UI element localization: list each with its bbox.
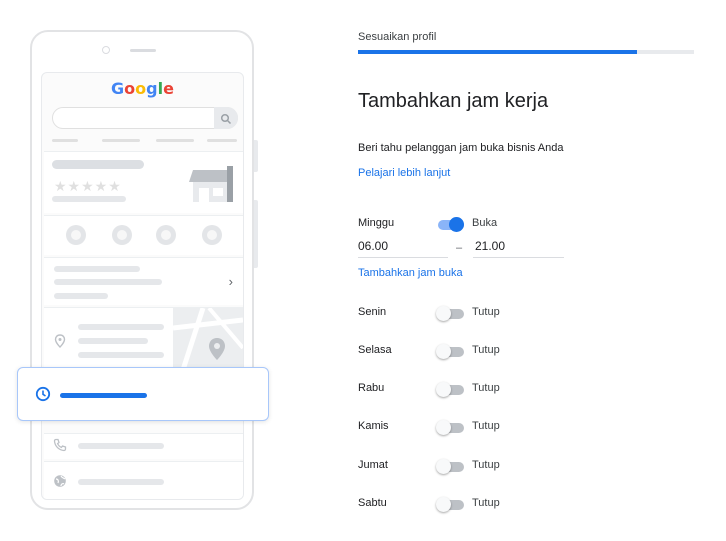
day-label-rabu: Rabu: [358, 382, 385, 394]
close-time-field[interactable]: 21.00: [473, 236, 564, 258]
time-range-dash: –: [456, 242, 463, 254]
learn-more-link[interactable]: Pelajari lebih lanjut: [358, 167, 450, 179]
day-label-sabtu: Sabtu: [358, 497, 387, 509]
tab-placeholder: [156, 139, 194, 142]
add-hours-link[interactable]: Tambahkan jam buka: [358, 267, 463, 279]
phone-side-button: [254, 140, 258, 172]
state-kamis: Tutup: [472, 420, 500, 432]
phone-illustration: Google ★★★★★ ›: [30, 30, 254, 510]
save-icon: [156, 225, 176, 245]
phone-row-illustration: [44, 433, 243, 459]
tab-placeholder: [52, 139, 78, 142]
progress-label: Sesuaikan profil: [358, 31, 437, 43]
state-rabu: Tutup: [472, 382, 500, 394]
day-label-senin: Senin: [358, 306, 387, 318]
map-thumbnail: [172, 306, 243, 377]
state-selasa: Tutup: [472, 344, 500, 356]
hours-placeholder-bar: [60, 393, 147, 398]
phone-side-button: [254, 200, 258, 268]
google-logo: Google: [111, 79, 174, 98]
toggle-kamis[interactable]: [436, 419, 464, 435]
toggle-rabu[interactable]: [436, 381, 464, 397]
hours-card-illustration: [17, 367, 269, 421]
search-icon: [220, 113, 232, 125]
directions-icon: [112, 225, 132, 245]
toggle-selasa[interactable]: [436, 343, 464, 359]
progress-bar: [358, 50, 694, 54]
phone-screen: Google ★★★★★ ›: [41, 72, 244, 500]
state-minggu: Buka: [472, 217, 498, 229]
website-row-illustration: [44, 461, 243, 499]
location-pin-icon: [54, 334, 66, 348]
toggle-jumat[interactable]: [436, 458, 464, 474]
clock-icon: [35, 386, 51, 402]
chevron-right-icon: ›: [228, 274, 233, 289]
state-sabtu: Tutup: [472, 497, 500, 509]
page-title: Tambahkan jam kerja: [358, 90, 549, 112]
tab-placeholder: [207, 139, 237, 142]
state-jumat: Tutup: [472, 459, 500, 471]
business-card-illustration: ★★★★★: [44, 151, 243, 213]
speaker-grille: [130, 49, 156, 52]
day-label-selasa: Selasa: [358, 344, 392, 356]
progress-fill: [358, 50, 637, 54]
day-label-minggu: Minggu: [358, 217, 395, 229]
website-icon: [202, 225, 222, 245]
toggle-minggu[interactable]: [436, 216, 464, 232]
day-label-jumat: Jumat: [358, 459, 388, 471]
page-subtitle: Beri tahu pelanggan jam buka bisnis Anda: [358, 142, 564, 154]
rating-stars: ★★★★★: [54, 178, 122, 194]
camera-icon: [102, 46, 110, 54]
storefront-icon: [189, 164, 233, 202]
tab-placeholder: [102, 139, 140, 142]
globe-icon: [54, 475, 66, 487]
info-row-illustration: ›: [44, 257, 243, 305]
phone-icon: [53, 438, 67, 452]
search-bar-illustration: [52, 107, 238, 129]
action-icons-row: [44, 215, 243, 255]
call-icon: [66, 225, 86, 245]
day-label-kamis: Kamis: [358, 420, 389, 432]
toggle-sabtu[interactable]: [436, 496, 464, 512]
open-time-field[interactable]: 06.00: [358, 236, 448, 258]
state-senin: Tutup: [472, 306, 500, 318]
toggle-senin[interactable]: [436, 305, 464, 321]
